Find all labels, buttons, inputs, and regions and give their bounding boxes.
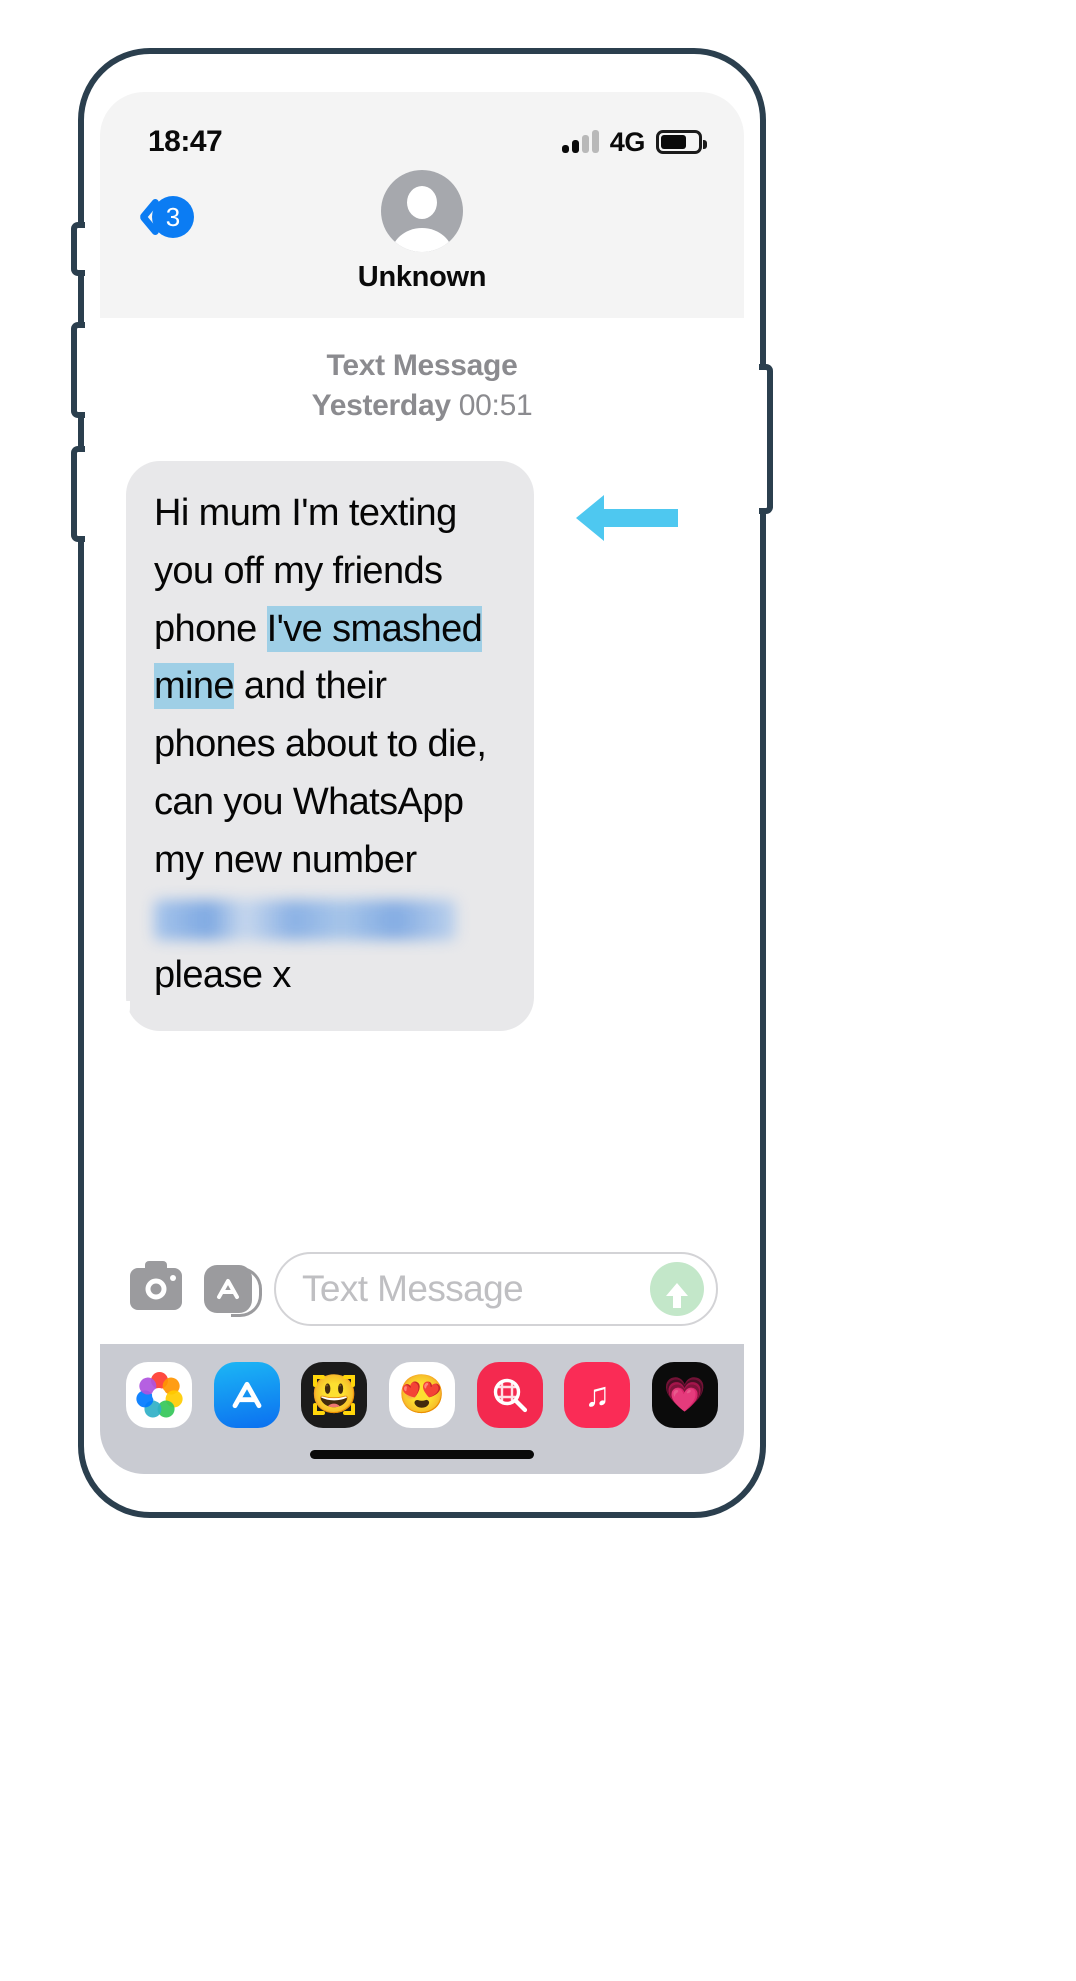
conversation-header: 18:47 4G 3 Unknown [100, 92, 744, 318]
home-indicator-area [100, 1434, 744, 1474]
contact-info[interactable]: Unknown [100, 170, 744, 294]
volume-down-button[interactable] [71, 446, 85, 542]
cellular-signal-icon [561, 130, 599, 153]
power-button[interactable] [759, 364, 773, 514]
status-indicators: 4G [561, 126, 707, 158]
memoji-stickers-icon: 😍 [398, 1374, 446, 1416]
app-store-icon [232, 1381, 262, 1409]
status-clock: 18:47 [148, 125, 223, 158]
avatar [381, 170, 463, 252]
message-row: Hi mum I'm texting you off my friends ph… [100, 461, 744, 1031]
battery-icon [656, 130, 707, 154]
screenshot-canvas: 18:47 4G 3 Unknown Text Message Yesterda… [0, 0, 1076, 1981]
music-note-icon: ♫ [584, 1376, 611, 1414]
message-kind-label: Text Message [326, 349, 518, 382]
images-search-icon [493, 1378, 527, 1413]
tray-item-apple-music[interactable]: ♫ [564, 1362, 631, 1428]
message-day-label: Yesterday [311, 388, 451, 422]
app-store-icon [204, 1265, 252, 1313]
phone-device-frame: 18:47 4G 3 Unknown Text Message Yesterda… [71, 48, 773, 1518]
volume-up-button[interactable] [71, 322, 85, 418]
message-input-field[interactable]: Text Message [274, 1252, 718, 1326]
home-indicator-bar[interactable] [310, 1449, 534, 1459]
camera-icon [130, 1261, 182, 1310]
tray-item-digital-touch[interactable]: 💗 [651, 1362, 718, 1428]
app-store-button[interactable] [204, 1265, 262, 1317]
phone-screen: 18:47 4G 3 Unknown Text Message Yesterda… [100, 92, 744, 1474]
redacted-phone-number [154, 900, 456, 941]
viewfinder-brackets-icon [313, 1375, 356, 1415]
incoming-message-bubble[interactable]: Hi mum I'm texting you off my friends ph… [104, 461, 534, 1031]
tray-item-images-search[interactable] [476, 1362, 543, 1428]
status-bar: 18:47 4G [100, 92, 744, 162]
message-body: Hi mum I'm texting you off my friends ph… [154, 485, 506, 1005]
message-input-placeholder: Text Message [302, 1268, 524, 1309]
network-type-label: 4G [609, 126, 646, 157]
message-timestamp-header: Text Message Yesterday 00:51 [100, 346, 744, 425]
message-text-part-3: please x [154, 954, 291, 997]
heartbeat-icon: 💗 [663, 1376, 707, 1414]
send-arrow-up-icon [666, 1282, 688, 1308]
tray-item-app-store[interactable] [213, 1362, 280, 1428]
compose-bar: Text Message [100, 1236, 744, 1344]
mute-switch[interactable] [71, 222, 85, 276]
tray-item-memoji-stickers[interactable]: 😍 [388, 1362, 455, 1428]
message-list[interactable]: Text Message Yesterday 00:51 Hi mum I'm … [100, 318, 744, 1236]
tray-item-photos[interactable] [126, 1362, 192, 1428]
imessage-app-tray: 😃 😍 ♫ 💗 [100, 1344, 744, 1434]
send-button[interactable] [650, 1262, 704, 1316]
contact-name: Unknown [357, 261, 487, 293]
annotation-arrow-icon [576, 495, 678, 541]
tray-item-memoji-camera[interactable]: 😃 [301, 1362, 368, 1428]
message-time-label: Yesterday 00:51 [312, 389, 533, 422]
camera-button[interactable] [130, 1261, 182, 1310]
message-clock-label: 00:51 [458, 388, 533, 422]
